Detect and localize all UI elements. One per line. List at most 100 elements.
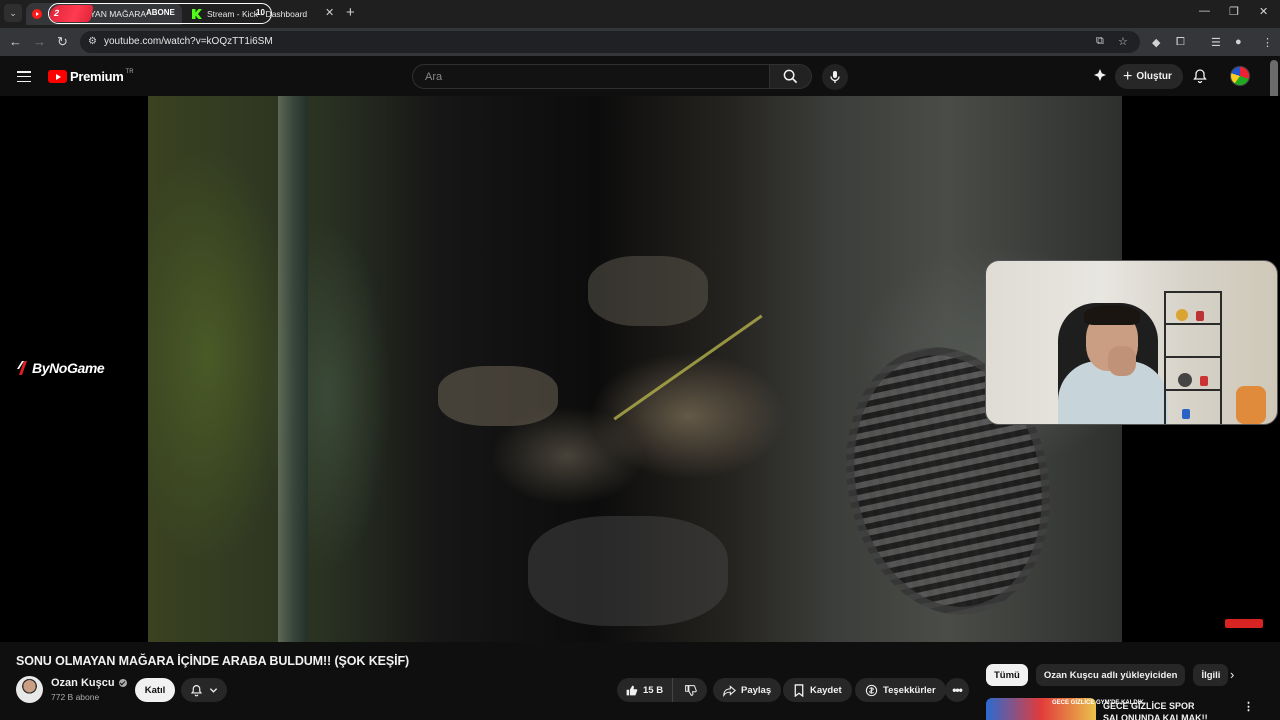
- address-bar[interactable]: ⚙ youtube.com/watch?v=kOQzTT1i6SM ⧉ ☆: [80, 31, 1140, 53]
- create-button[interactable]: + Oluştur: [1115, 64, 1183, 89]
- thumbs-down-icon: [684, 684, 697, 696]
- microphone-icon: [830, 71, 840, 83]
- stream-overlay-abone-label: ABONE: [146, 8, 175, 17]
- search-icon: [783, 69, 798, 84]
- browser-toolbar: ← → ↻ ⚙ youtube.com/watch?v=kOQzTT1i6SM …: [0, 28, 1280, 56]
- join-button[interactable]: Katıl: [135, 678, 175, 702]
- shelf-figure: [1178, 373, 1192, 387]
- country-code: TR: [125, 68, 134, 75]
- close-window-icon[interactable]: ✕: [1259, 5, 1268, 18]
- plus-icon: +: [1123, 67, 1133, 85]
- extension-diamond-icon[interactable]: ◆: [1152, 36, 1160, 49]
- shelf-figure: [1176, 309, 1188, 321]
- youtube-play-icon: [48, 70, 67, 83]
- stream-overlay-badge: 2: [48, 5, 94, 22]
- share-arrow-icon: [723, 684, 736, 697]
- browser-tabstrip: ⌄ YAN MAĞARA 2 ABONE Stream - Kick - Das…: [0, 0, 1280, 28]
- new-tab-icon[interactable]: +: [346, 4, 355, 21]
- like-count: 15 B: [643, 684, 664, 696]
- tab-search-button[interactable]: ⌄: [4, 4, 22, 22]
- subscriber-count: 772 B abone: [51, 692, 100, 702]
- channel-name[interactable]: Ozan Kuşcu: [51, 677, 115, 689]
- search-box[interactable]: [412, 64, 770, 89]
- chip-all[interactable]: Tümü: [986, 664, 1028, 686]
- video-debris: [528, 516, 728, 626]
- thumbs-up-icon: [626, 685, 638, 695]
- verified-check-icon: [118, 679, 127, 687]
- shelf-figure: [1182, 409, 1190, 419]
- youtube-favicon-icon: [32, 9, 42, 19]
- chip-related[interactable]: İlgili: [1193, 664, 1229, 686]
- bookmark-star-icon[interactable]: ☆: [1118, 35, 1128, 48]
- share-label: Paylaş: [741, 684, 772, 696]
- youtube-logo[interactable]: Premium TR: [48, 69, 134, 84]
- chevron-down-icon: [209, 687, 218, 693]
- video-debris: [438, 366, 558, 426]
- more-actions-button[interactable]: •••: [945, 678, 969, 702]
- video-content[interactable]: [148, 96, 1122, 642]
- save-label: Kaydet: [810, 684, 842, 696]
- recommended-title[interactable]: GECE GİZLİCE SPOR SALONUNDA KALMAK!!: [1103, 700, 1223, 720]
- notifications-bell-icon[interactable]: [1192, 68, 1208, 84]
- youtube-header: Premium TR + Oluştur: [0, 56, 1280, 96]
- chevron-right-icon[interactable]: ›: [1230, 667, 1234, 682]
- video-cable: [613, 314, 763, 421]
- url-text[interactable]: youtube.com/watch?v=kOQzTT1i6SM: [104, 36, 273, 47]
- shelf-figure: [1196, 311, 1204, 321]
- more-horizontal-icon: •••: [952, 683, 963, 697]
- thanks-label: Teşekkürler: [883, 684, 936, 696]
- maximize-icon[interactable]: ❐: [1229, 5, 1239, 18]
- site-info-icon[interactable]: ⚙: [88, 36, 100, 48]
- screen: ⌄ YAN MAĞARA 2 ABONE Stream - Kick - Das…: [0, 0, 1280, 720]
- channel-avatar[interactable]: [16, 676, 43, 703]
- hamburger-menu-icon[interactable]: [17, 71, 31, 83]
- streamer-hand: [1108, 346, 1136, 376]
- shelf-board: [1164, 389, 1222, 391]
- video-debris: [588, 256, 708, 326]
- dislike-button[interactable]: [673, 678, 707, 702]
- browser-menu-icon[interactable]: ⋮: [1262, 36, 1273, 49]
- video-railing: [278, 96, 308, 642]
- bookmark-icon: [794, 683, 804, 697]
- reading-list-icon[interactable]: ☰: [1211, 36, 1221, 49]
- channel-name-link[interactable]: Ozan Kuşcu: [51, 677, 127, 689]
- shelf: [1164, 291, 1222, 424]
- install-app-icon[interactable]: ⧉: [1096, 35, 1104, 48]
- chip-from-uploader[interactable]: Ozan Kuşcu adlı yükleyiciden: [1035, 664, 1186, 686]
- forward-icon[interactable]: →: [33, 34, 46, 49]
- shelf-figure: [1200, 376, 1208, 386]
- reload-icon[interactable]: ↻: [57, 34, 68, 50]
- shelf-board: [1164, 323, 1222, 325]
- search-input[interactable]: [413, 65, 769, 88]
- bynogame-watermark: ByNoGame: [16, 360, 105, 376]
- like-button[interactable]: 15 B: [617, 678, 673, 702]
- tab-close-icon[interactable]: ✕: [325, 6, 334, 19]
- thanks-button[interactable]: Teşekkürler: [855, 678, 946, 702]
- profile-icon[interactable]: ●: [1235, 36, 1242, 48]
- subscribe-mini-badge: [1225, 619, 1263, 628]
- minimize-icon[interactable]: ―: [1199, 5, 1210, 17]
- create-label: Oluştur: [1136, 71, 1172, 82]
- account-avatar[interactable]: [1230, 66, 1250, 86]
- super-thanks-icon: [865, 684, 878, 696]
- sparkle-icon[interactable]: [1092, 68, 1108, 84]
- bynogame-text: ByNoGame: [32, 360, 105, 376]
- kick-favicon-icon: [192, 9, 202, 19]
- more-vertical-icon[interactable]: ⋮: [1243, 700, 1254, 713]
- search-button[interactable]: [770, 64, 812, 89]
- stream-overlay-count: 10: [256, 8, 265, 17]
- bynogame-logo-icon: [17, 361, 27, 375]
- voice-search-button[interactable]: [822, 64, 848, 90]
- orange-bag: [1236, 386, 1266, 424]
- video-title: SONU OLMAYAN MAĞARA İÇİNDE ARABA BULDUM!…: [16, 654, 410, 668]
- back-icon[interactable]: ←: [9, 34, 22, 49]
- subscription-bell-button[interactable]: [181, 678, 227, 702]
- logo-text: Premium: [70, 69, 124, 84]
- webcam-overlay: [985, 260, 1278, 425]
- save-button[interactable]: Kaydet: [783, 678, 852, 702]
- related-filter-chips: Tümü Ozan Kuşcu adlı yükleyiciden İlgili: [986, 664, 1229, 686]
- like-dislike-group: 15 B: [617, 678, 707, 702]
- share-button[interactable]: Paylaş: [713, 678, 782, 702]
- extensions-puzzle-icon[interactable]: ⧠: [1176, 36, 1185, 49]
- bell-icon: [190, 684, 203, 696]
